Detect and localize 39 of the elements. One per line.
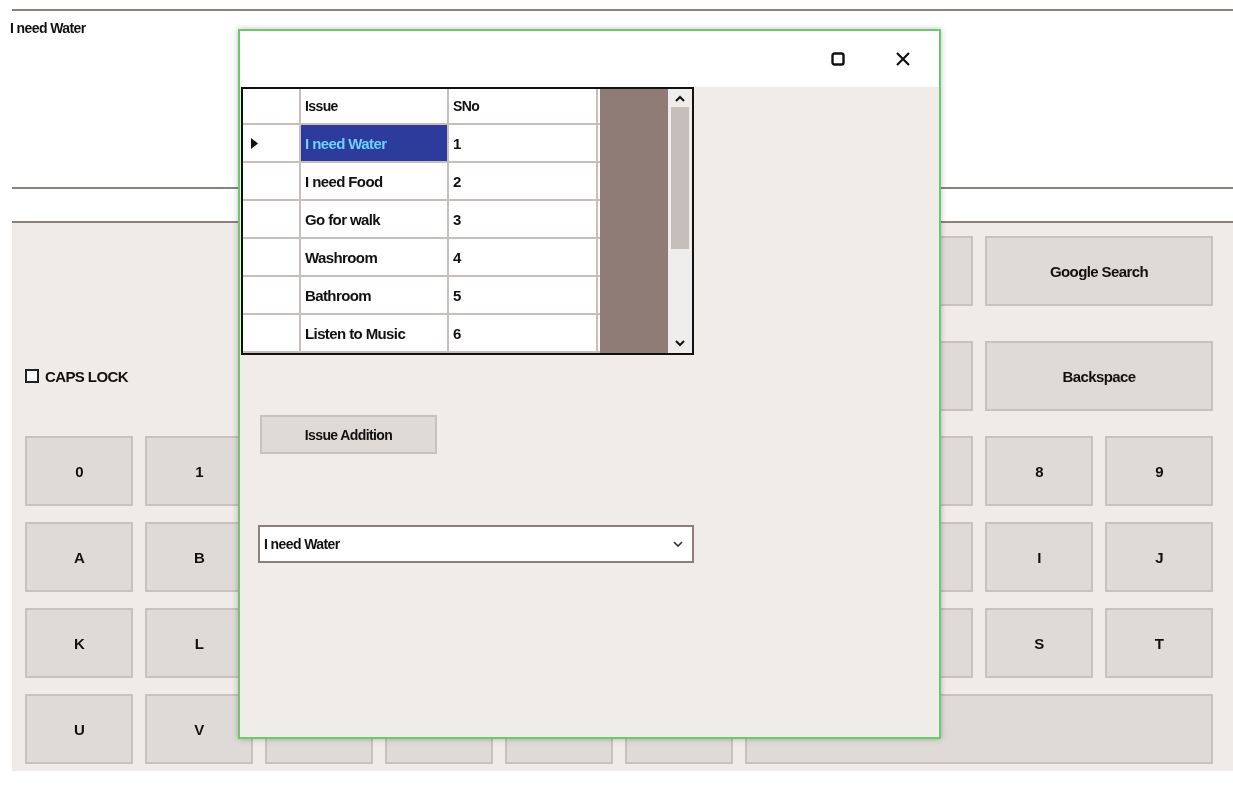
scroll-up-icon[interactable] xyxy=(674,95,686,103)
key-button[interactable]: Google Search xyxy=(985,236,1213,306)
key-button[interactable]: U xyxy=(25,694,133,764)
table-cell[interactable]: I need Water xyxy=(301,125,449,161)
key-button[interactable]: A xyxy=(25,522,133,592)
table-cell[interactable]: 5 xyxy=(449,277,598,313)
key-button[interactable]: I xyxy=(985,522,1093,592)
table-cell[interactable]: Bathroom xyxy=(301,277,449,313)
table-cell[interactable]: Listen to Music xyxy=(301,315,449,351)
table-cell[interactable]: 1 xyxy=(449,125,598,161)
issue-addition-button[interactable]: Issue Addition xyxy=(260,415,437,454)
issue-dropdown[interactable]: I need Water xyxy=(258,525,694,563)
key-button[interactable]: J xyxy=(1105,522,1213,592)
key-button[interactable]: K xyxy=(25,608,133,678)
column-header[interactable]: SNo xyxy=(449,89,598,123)
scrollbar[interactable] xyxy=(668,89,692,353)
scroll-down-icon[interactable] xyxy=(674,339,686,347)
table-cell[interactable]: 6 xyxy=(449,315,598,351)
dropdown-chevron-icon[interactable] xyxy=(672,540,684,548)
scroll-thumb[interactable] xyxy=(671,107,689,249)
table-cell[interactable]: 4 xyxy=(449,239,598,275)
caps-lock-checkbox[interactable] xyxy=(25,369,39,383)
table-cell[interactable]: Go for walk xyxy=(301,201,449,237)
key-button[interactable]: T xyxy=(1105,608,1213,678)
column-header[interactable]: Issue xyxy=(301,89,449,123)
table-cell[interactable]: 2 xyxy=(449,163,598,199)
key-button[interactable]: V xyxy=(145,694,253,764)
table-cell[interactable]: 3 xyxy=(449,201,598,237)
caps-lock-label: CAPS LOCK xyxy=(45,367,128,385)
key-button[interactable]: S xyxy=(985,608,1093,678)
text-area-value: I need Water xyxy=(10,20,86,36)
key-button[interactable]: Backspace xyxy=(985,341,1213,411)
key-button[interactable]: 8 xyxy=(985,436,1093,506)
key-button[interactable]: 0 xyxy=(25,436,133,506)
table-cell[interactable]: Washroom xyxy=(301,239,449,275)
key-button[interactable]: 9 xyxy=(1105,436,1213,506)
maximize-icon[interactable] xyxy=(831,52,845,66)
close-icon[interactable] xyxy=(895,51,911,67)
table-cell[interactable]: I need Food xyxy=(301,163,449,199)
